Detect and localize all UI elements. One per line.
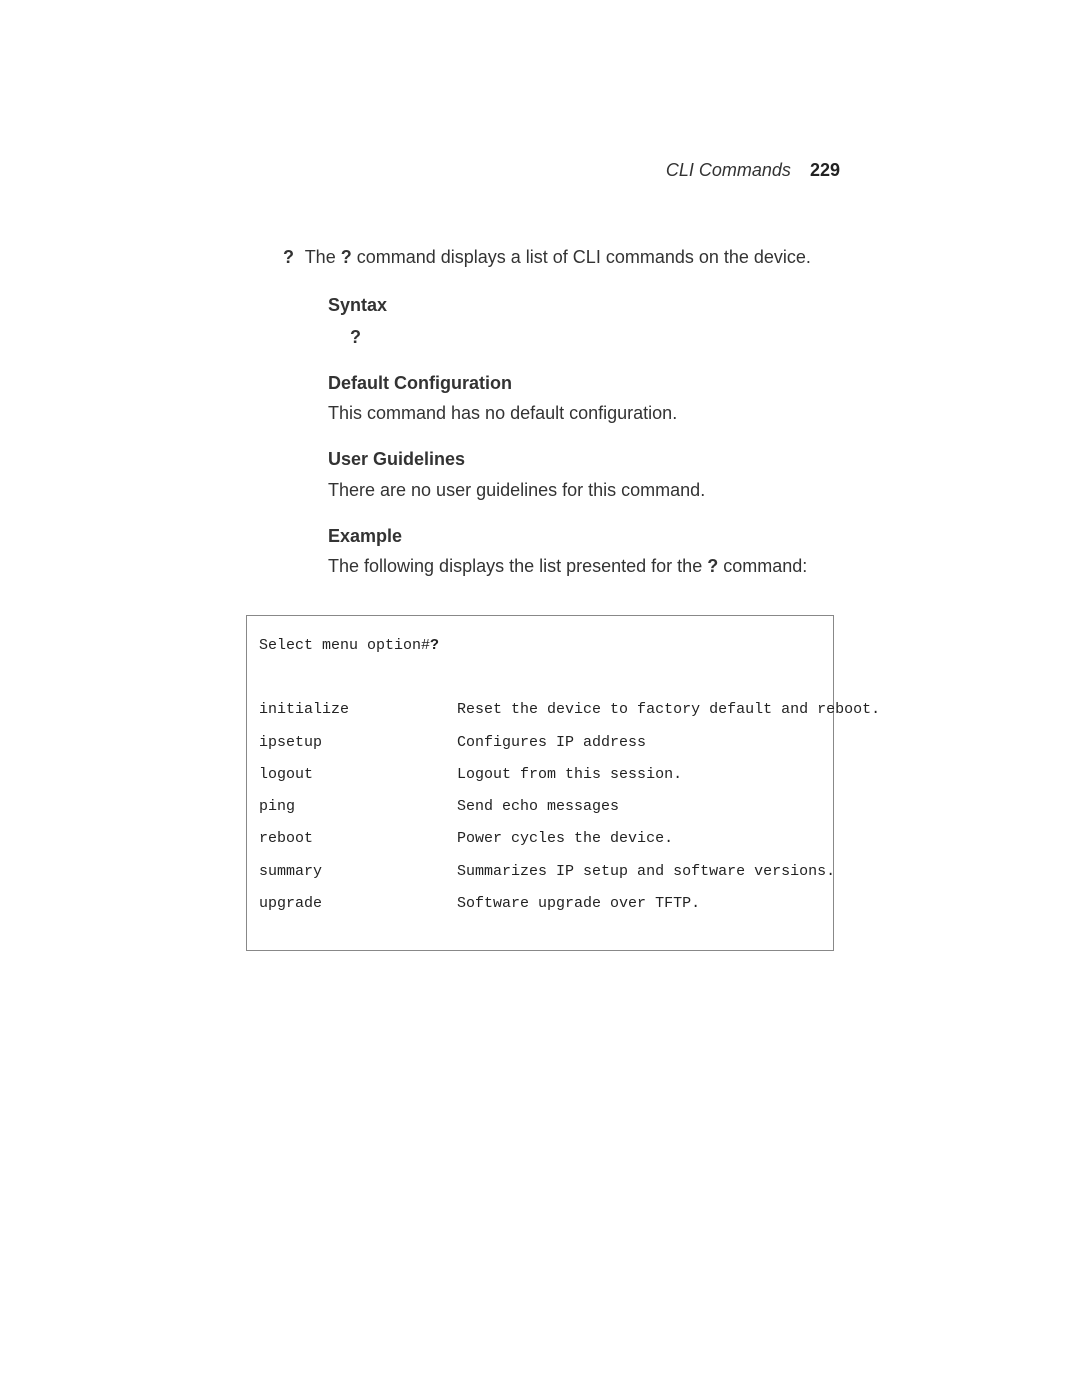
running-header: CLI Commands 229: [666, 160, 840, 181]
code-prompt-cmd: ?: [430, 637, 439, 654]
syntax-value: ?: [350, 324, 900, 350]
code-rows: initialize Reset the device to factory d…: [259, 701, 880, 912]
page-number: 229: [810, 160, 840, 180]
userguidelines-heading: User Guidelines: [328, 446, 900, 472]
defaultcfg-heading: Default Configuration: [328, 370, 900, 396]
example-cmd: ?: [707, 556, 718, 576]
intro-text-after: command displays a list of CLI commands …: [352, 247, 811, 267]
example-text-before: The following displays the list presente…: [328, 556, 707, 576]
intro-line: ? The ? command displays a list of CLI c…: [300, 244, 900, 270]
command-marker: ?: [268, 244, 300, 270]
code-prompt-prefix: Select menu option#: [259, 637, 430, 654]
intro-text-before: The: [305, 247, 341, 267]
example-text: The following displays the list presente…: [328, 553, 900, 579]
example-text-after: command:: [718, 556, 807, 576]
intro-cmd: ?: [341, 247, 352, 267]
userguidelines-text: There are no user guidelines for this co…: [328, 477, 900, 503]
content-block: ? The ? command displays a list of CLI c…: [300, 244, 900, 579]
code-example-box: Select menu option#? initialize Reset th…: [246, 615, 834, 951]
page: CLI Commands 229 ? The ? command display…: [0, 0, 1080, 1397]
defaultcfg-text: This command has no default configuratio…: [328, 400, 900, 426]
header-title: CLI Commands: [666, 160, 791, 180]
syntax-heading: Syntax: [328, 292, 900, 318]
example-heading: Example: [328, 523, 900, 549]
code-example-pre: Select menu option#? initialize Reset th…: [259, 630, 821, 920]
